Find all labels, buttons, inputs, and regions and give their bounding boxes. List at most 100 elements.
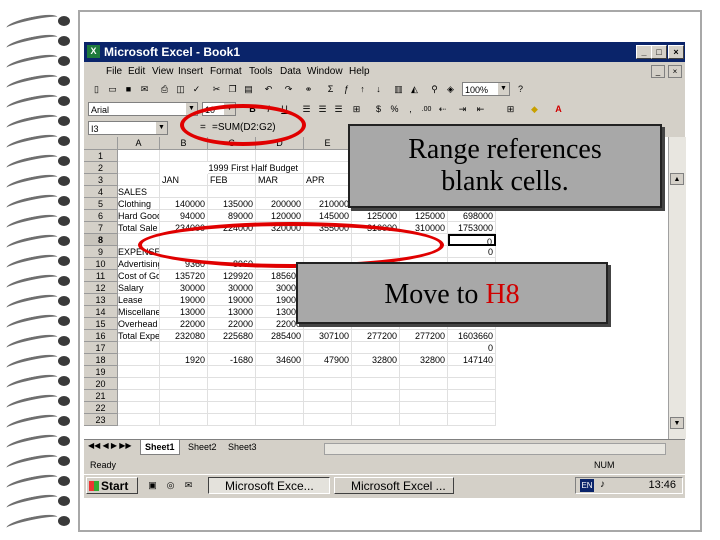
table-cell[interactable]: Total Sale	[118, 222, 160, 234]
table-cell[interactable]	[304, 150, 352, 162]
table-cell[interactable]: Total Expe	[118, 330, 160, 342]
row-header[interactable]: 2	[84, 162, 118, 174]
select-all-corner[interactable]	[84, 137, 118, 150]
table-cell[interactable]: 200000	[256, 198, 304, 210]
decrease-decimal-icon[interactable]: ⇠	[436, 103, 449, 116]
table-cell[interactable]: -1680	[208, 354, 256, 366]
hyperlink-icon[interactable]: ⚭	[302, 83, 315, 96]
align-right-icon[interactable]: ☰	[332, 103, 345, 116]
table-cell[interactable]	[448, 378, 496, 390]
print-icon[interactable]: ⎙	[158, 83, 171, 96]
table-cell[interactable]: APR	[304, 174, 352, 186]
table-cell[interactable]	[118, 150, 160, 162]
table-cell[interactable]	[208, 378, 256, 390]
menu-data[interactable]: Data	[280, 66, 301, 77]
row-header[interactable]: 23	[84, 414, 118, 426]
table-cell[interactable]: 307100	[304, 330, 352, 342]
row-header[interactable]: 15	[84, 318, 118, 330]
doc-minimize-button[interactable]: _	[651, 65, 665, 78]
table-cell[interactable]	[208, 150, 256, 162]
table-cell[interactable]	[208, 342, 256, 354]
chevron-down-icon[interactable]: ▼	[156, 122, 167, 134]
menu-view[interactable]: View	[152, 66, 174, 77]
copy-icon[interactable]: ❐	[226, 83, 239, 96]
table-cell[interactable]: 1603660	[448, 330, 496, 342]
table-cell[interactable]	[160, 402, 208, 414]
quicklaunch-desktop-icon[interactable]: ▣	[146, 479, 159, 492]
table-cell[interactable]: Overhead	[118, 318, 160, 330]
table-cell[interactable]: 210000	[304, 198, 352, 210]
table-cell[interactable]: 94000	[160, 210, 208, 222]
zoom-select[interactable]: 100% ▼	[462, 82, 510, 96]
row-header[interactable]: 6	[84, 210, 118, 222]
table-cell[interactable]: SALES	[118, 186, 160, 198]
row-header[interactable]: 16	[84, 330, 118, 342]
tab-sheet2[interactable]: Sheet2	[184, 440, 221, 454]
table-cell[interactable]: 129920	[208, 270, 256, 282]
row-header[interactable]: 17	[84, 342, 118, 354]
map-icon[interactable]: ◈	[444, 83, 457, 96]
table-cell[interactable]: 225680	[208, 330, 256, 342]
merge-center-icon[interactable]: ⊞	[350, 103, 363, 116]
column-header[interactable]: A	[118, 137, 160, 150]
table-cell[interactable]: 120000	[256, 210, 304, 222]
row-header[interactable]: 18	[84, 354, 118, 366]
redo-icon[interactable]: ↷	[282, 83, 295, 96]
chart-wizard-icon[interactable]: ▥	[392, 83, 405, 96]
table-cell[interactable]	[208, 186, 256, 198]
font-color-icon[interactable]: A	[552, 103, 565, 116]
minimize-button[interactable]: _	[636, 45, 652, 59]
table-cell[interactable]: Lease	[118, 294, 160, 306]
table-cell[interactable]: 47900	[304, 354, 352, 366]
doc-close-button[interactable]: ×	[668, 65, 682, 78]
menu-tools[interactable]: Tools	[249, 66, 272, 77]
table-cell[interactable]: 140000	[160, 198, 208, 210]
outdent-icon[interactable]: ⇤	[474, 103, 487, 116]
title-bar[interactable]: X Microsoft Excel - Book1 _ □ ×	[84, 42, 685, 62]
table-cell[interactable]	[304, 390, 352, 402]
scroll-up-arrow-icon[interactable]: ▲	[670, 173, 684, 185]
table-cell[interactable]	[256, 162, 304, 174]
tab-sheet3[interactable]: Sheet3	[224, 440, 261, 454]
table-cell[interactable]	[448, 366, 496, 378]
close-button[interactable]: ×	[668, 45, 684, 59]
menu-window[interactable]: Window	[307, 66, 343, 77]
table-cell[interactable]: 125000	[352, 210, 400, 222]
row-header[interactable]: 22	[84, 402, 118, 414]
row-header[interactable]: 3	[84, 174, 118, 186]
indent-icon[interactable]: ⇥	[456, 103, 469, 116]
table-cell[interactable]	[208, 162, 256, 174]
paste-icon[interactable]: ▤	[242, 83, 255, 96]
table-cell[interactable]: JAN	[160, 174, 208, 186]
row-header[interactable]: 21	[84, 390, 118, 402]
table-cell[interactable]	[352, 390, 400, 402]
table-cell[interactable]	[304, 186, 352, 198]
font-name-select[interactable]: Arial ▼	[88, 102, 198, 116]
table-cell[interactable]: 30000	[208, 282, 256, 294]
table-cell[interactable]: Hard Good	[118, 210, 160, 222]
row-header[interactable]: 1	[84, 150, 118, 162]
table-cell[interactable]	[256, 414, 304, 426]
table-cell[interactable]	[118, 342, 160, 354]
table-cell[interactable]: 19000	[208, 294, 256, 306]
save-icon[interactable]: ■	[122, 83, 135, 96]
table-cell[interactable]	[352, 378, 400, 390]
vertical-scrollbar[interactable]: ▲ ▼	[668, 137, 686, 439]
spelling-icon[interactable]: ✓	[190, 83, 203, 96]
table-cell[interactable]	[256, 390, 304, 402]
table-cell[interactable]	[400, 366, 448, 378]
borders-icon[interactable]: ⊞	[504, 103, 517, 116]
table-cell[interactable]	[304, 342, 352, 354]
table-cell[interactable]	[208, 402, 256, 414]
table-cell[interactable]: 30000	[160, 282, 208, 294]
quicklaunch-outlook-icon[interactable]: ✉	[182, 479, 195, 492]
table-cell[interactable]: MAR	[256, 174, 304, 186]
table-cell[interactable]: 22000	[208, 318, 256, 330]
function-icon[interactable]: ƒ	[340, 83, 353, 96]
align-left-icon[interactable]: ☰	[300, 103, 313, 116]
table-cell[interactable]	[304, 162, 352, 174]
table-cell[interactable]	[400, 390, 448, 402]
table-cell[interactable]	[352, 366, 400, 378]
menu-edit[interactable]: Edit	[128, 66, 145, 77]
table-cell[interactable]: Miscellane	[118, 306, 160, 318]
